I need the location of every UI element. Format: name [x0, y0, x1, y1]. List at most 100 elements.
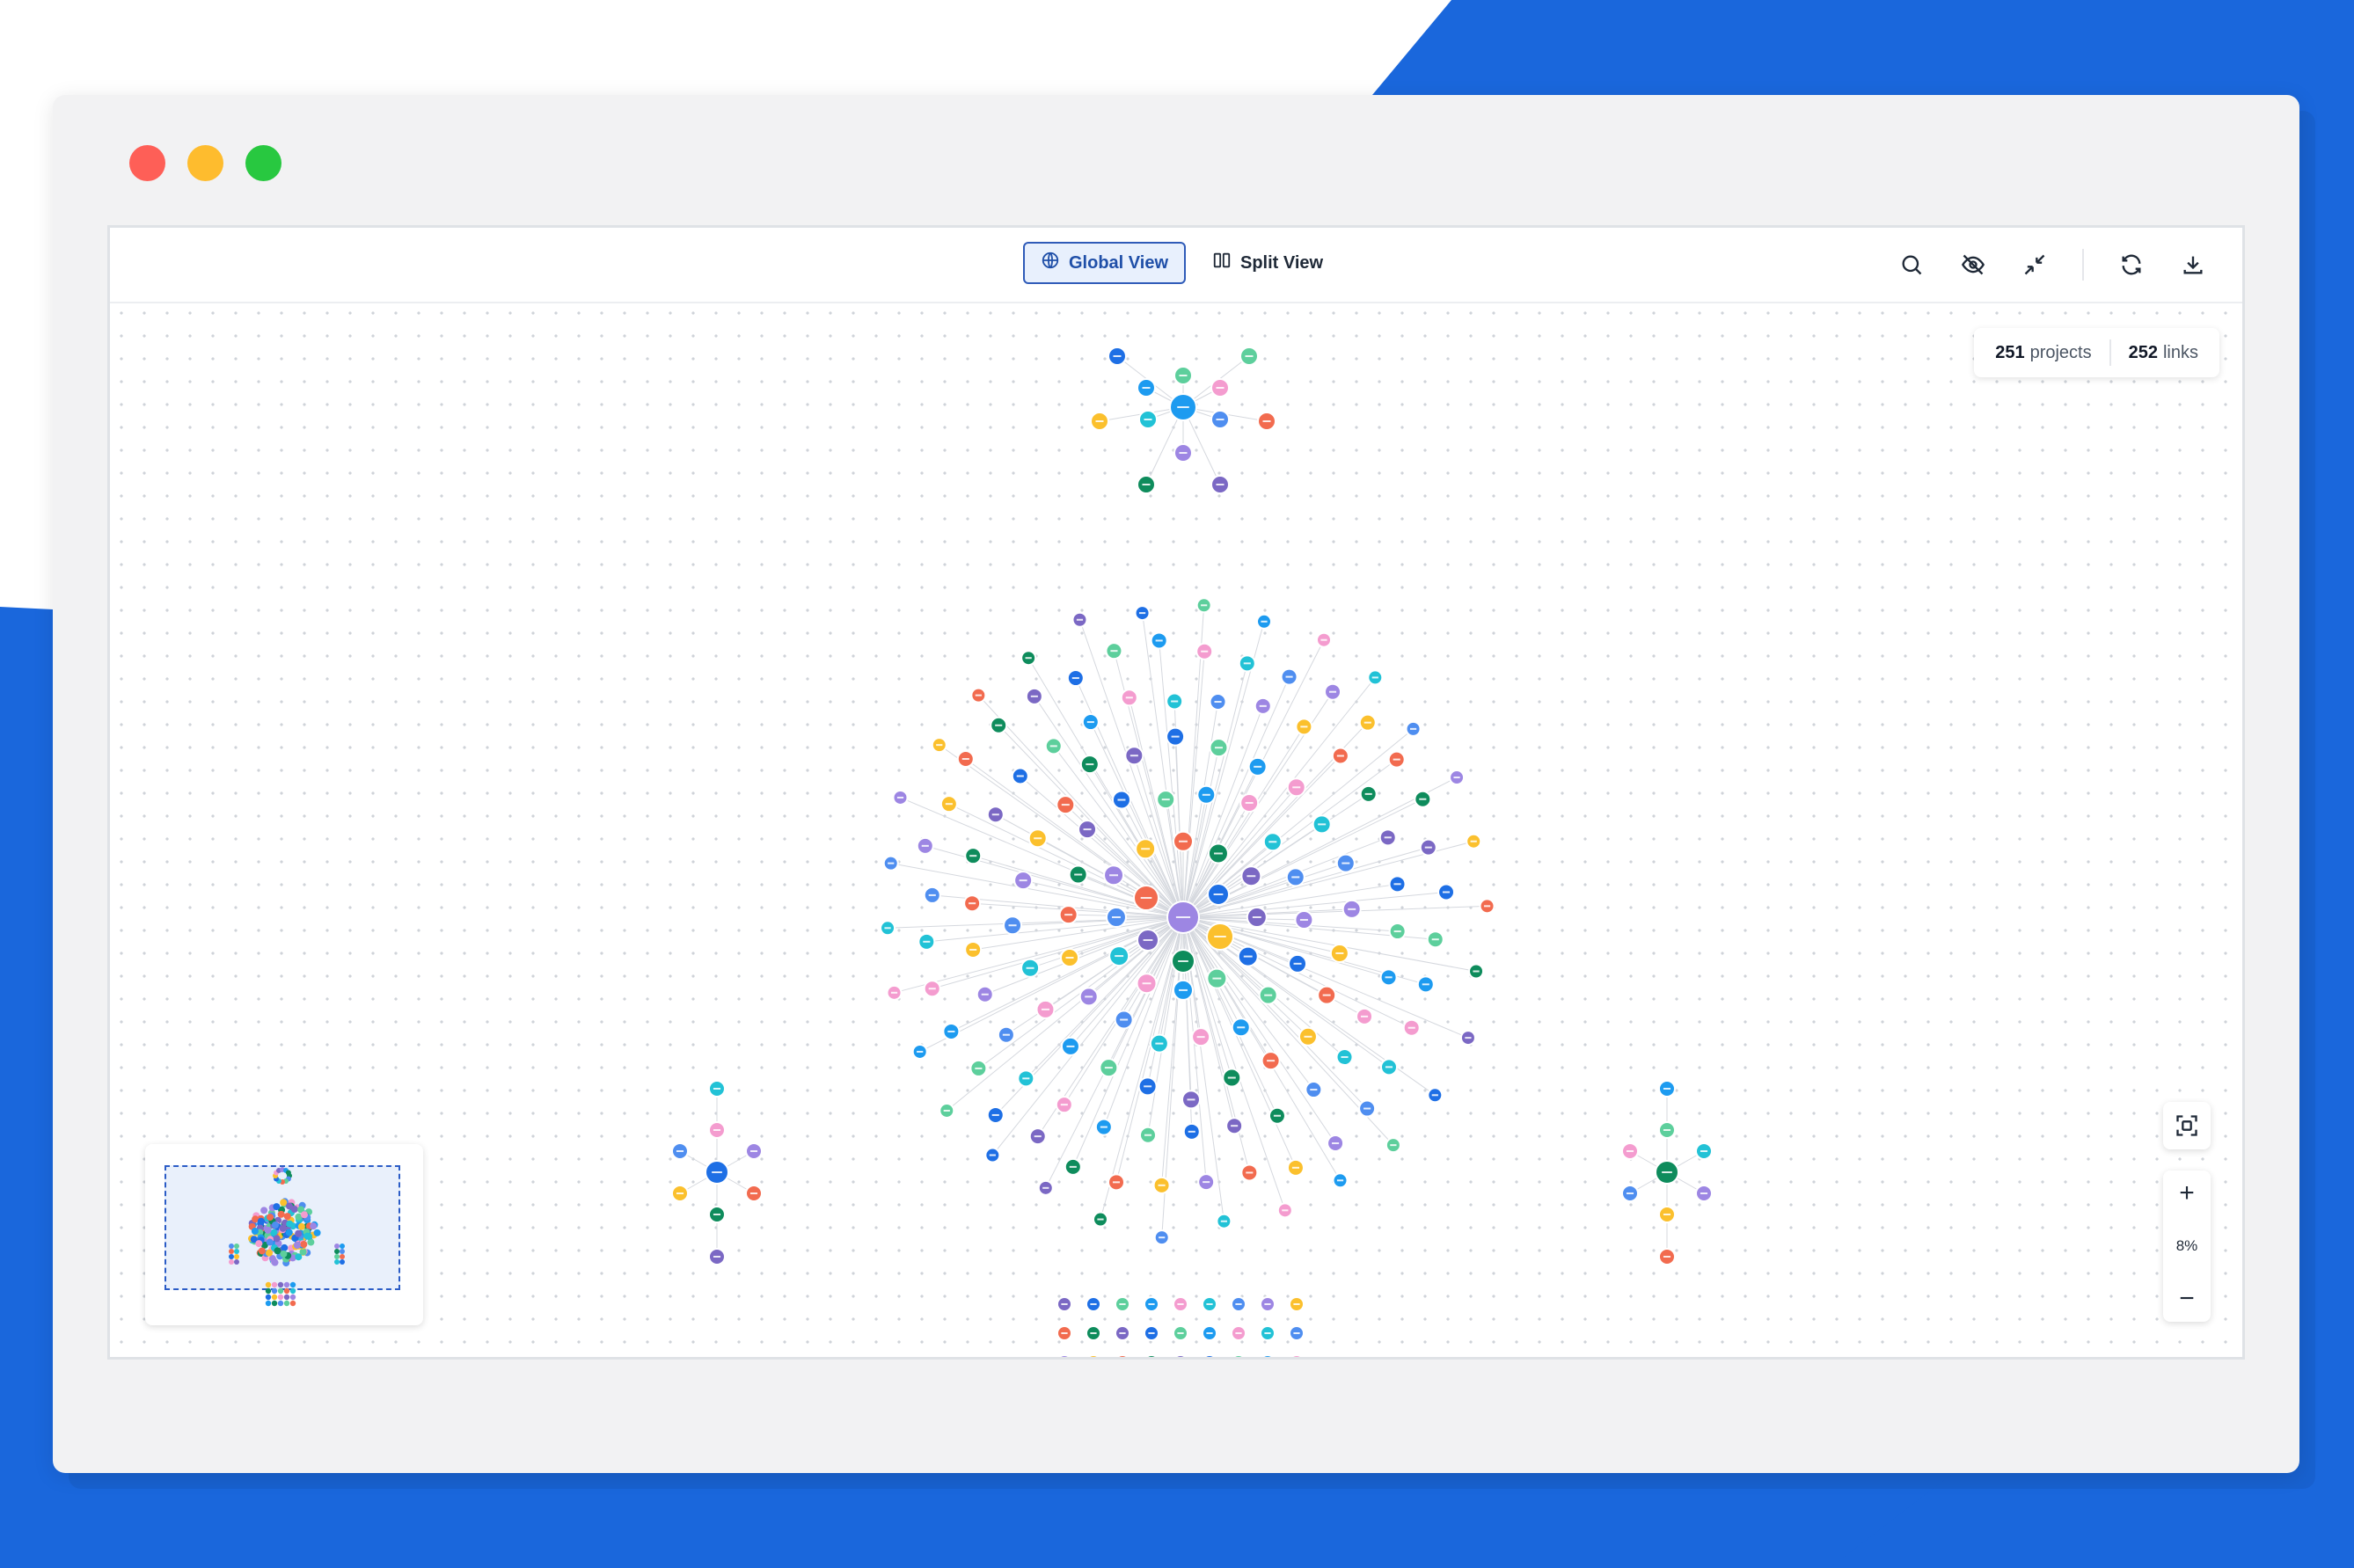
- node-label-mark: [1138, 612, 1146, 615]
- node-label-mark: [1293, 962, 1302, 965]
- node-label-mark: [1115, 955, 1124, 958]
- minimap-node: [289, 1300, 296, 1307]
- node-label-mark: [1264, 994, 1273, 996]
- minimap-node: [257, 1217, 265, 1225]
- minimap-node: [285, 1229, 293, 1236]
- project-node[interactable]: [1232, 1354, 1246, 1357]
- project-node[interactable]: [1057, 1354, 1071, 1357]
- node-label-mark: [1292, 786, 1301, 789]
- split-view-label: Split View: [1240, 252, 1324, 273]
- node-label-mark: [1237, 1026, 1246, 1029]
- node-label-mark: [1273, 1114, 1282, 1117]
- project-node[interactable]: [1203, 1354, 1217, 1357]
- node-label-mark: [1206, 1332, 1213, 1334]
- node-label-mark: [1335, 952, 1344, 954]
- hide-button[interactable]: [1959, 245, 1987, 284]
- refresh-button[interactable]: [2117, 245, 2146, 284]
- search-button[interactable]: [1897, 245, 1926, 284]
- node-label-mark: [936, 744, 943, 747]
- node-label-mark: [1465, 1037, 1472, 1039]
- node-label-mark: [1008, 924, 1017, 927]
- node-label-mark: [1141, 848, 1151, 850]
- node-label-mark: [1384, 836, 1392, 839]
- split-view-button[interactable]: Split View: [1195, 242, 1341, 284]
- eye-off-icon: [1961, 254, 1985, 275]
- minimap-node: [334, 1259, 340, 1265]
- node-label-mark: [1320, 638, 1327, 641]
- minimap-node: [234, 1259, 239, 1265]
- minimap-node: [289, 1294, 296, 1301]
- node-label-mark: [1322, 994, 1331, 996]
- projects-stat: 251 projects: [1995, 343, 2091, 363]
- minimap-node: [334, 1243, 340, 1249]
- minimap-node: [273, 1203, 281, 1211]
- minimap[interactable]: [145, 1144, 423, 1325]
- node-label-mark: [917, 1050, 924, 1053]
- node-label-mark: [749, 1150, 758, 1152]
- node-label-mark: [1424, 846, 1432, 849]
- project-node[interactable]: [1290, 1354, 1304, 1357]
- project-node[interactable]: [1144, 1354, 1159, 1357]
- node-label-mark: [1074, 873, 1083, 876]
- node-label-mark: [1470, 840, 1477, 842]
- minimap-node: [271, 1294, 278, 1301]
- node-label-mark: [1261, 620, 1268, 623]
- node-label-mark: [1364, 792, 1372, 795]
- node-label-mark: [1155, 639, 1163, 642]
- project-node[interactable]: [1173, 1354, 1188, 1357]
- collapse-button[interactable]: [2021, 245, 2049, 284]
- project-node[interactable]: [1261, 1354, 1275, 1357]
- fit-view-button[interactable]: [2163, 1102, 2211, 1149]
- node-label-mark: [1109, 874, 1119, 877]
- node-label-mark: [1390, 1144, 1397, 1147]
- minimap-node: [310, 1222, 318, 1230]
- project-node[interactable]: [1115, 1354, 1129, 1357]
- minimap-node: [271, 1287, 278, 1295]
- node-label-mark: [1216, 419, 1225, 420]
- node-label-mark: [1171, 700, 1179, 703]
- graph-stats: 251 projects 252 links: [1974, 328, 2219, 377]
- node-label-mark: [1409, 727, 1417, 730]
- collapse-icon: [2024, 254, 2045, 275]
- node-label-mark: [1235, 1303, 1242, 1305]
- minimap-node: [295, 1229, 303, 1237]
- zoom-controls: + 8% −: [2163, 1171, 2211, 1322]
- global-view-button[interactable]: Global View: [1023, 242, 1186, 284]
- node-label-mark: [1293, 1303, 1300, 1305]
- node-label-mark: [1371, 676, 1378, 679]
- minimap-graph: [229, 1167, 345, 1307]
- download-button[interactable]: [2179, 245, 2207, 284]
- node-label-mark: [1148, 1303, 1155, 1305]
- node-label-mark: [923, 940, 931, 943]
- node-label-mark: [1142, 387, 1151, 389]
- minimap-node: [297, 1222, 305, 1230]
- node-label-mark: [947, 1030, 955, 1032]
- minimap-node: [260, 1207, 268, 1214]
- minimap-node: [265, 1287, 272, 1295]
- project-graph[interactable]: [110, 302, 2242, 1357]
- node-label-mark: [890, 991, 898, 994]
- window-maximize-button[interactable]: [245, 145, 281, 181]
- zoom-out-button[interactable]: −: [2163, 1283, 2211, 1315]
- node-label-mark: [1407, 1026, 1415, 1029]
- node-label-mark: [928, 893, 936, 896]
- node-label-mark: [749, 1192, 758, 1194]
- graph-canvas[interactable]: 251 projects 252 links + 8% −: [110, 302, 2242, 1357]
- node-label-mark: [1262, 420, 1271, 422]
- node-label-mark: [1177, 406, 1189, 408]
- node-label-mark: [1049, 745, 1057, 748]
- node-label-mark: [1213, 893, 1224, 895]
- node-label-mark: [1104, 1067, 1113, 1069]
- node-label-mark: [1393, 883, 1401, 886]
- window-minimize-button[interactable]: [187, 145, 223, 181]
- window-close-button[interactable]: [129, 145, 165, 181]
- minimap-node: [286, 1220, 294, 1228]
- minimap-node: [266, 1238, 274, 1246]
- project-node[interactable]: [1086, 1354, 1100, 1357]
- zoom-in-button[interactable]: +: [2163, 1178, 2211, 1209]
- node-label-mark: [1328, 690, 1337, 693]
- minimap-node: [258, 1247, 266, 1255]
- minimap-node: [340, 1259, 345, 1265]
- minimap-node: [277, 1300, 284, 1307]
- minimap-node: [251, 1228, 259, 1236]
